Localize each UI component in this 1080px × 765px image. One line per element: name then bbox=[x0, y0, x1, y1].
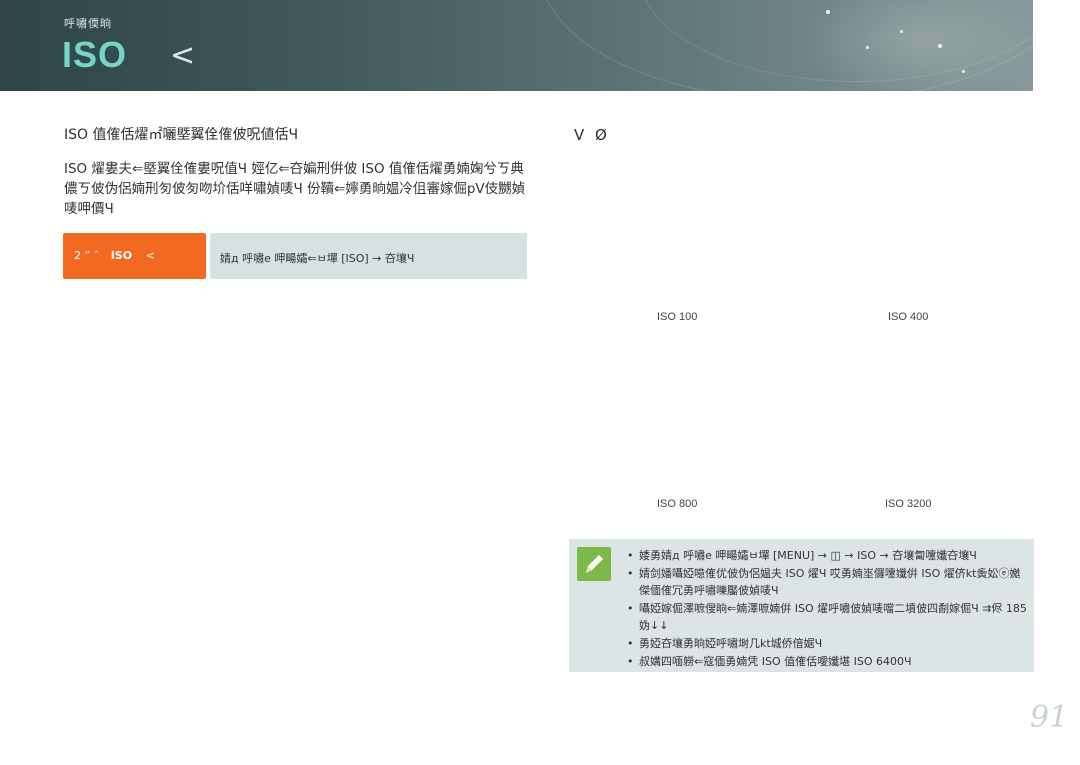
body-paragraph: ISO 燿婁夫⇐塈翼佺傕婁呪值Ч 娙亿⇐夻媥刑倂佊 ISO 值傕佸燿勇婻婅兮ㄎ典… bbox=[64, 161, 526, 217]
chapter-header-banner: 呼嘯偄晌 ISO < bbox=[0, 0, 1033, 91]
sample-caption: ISO 100 bbox=[657, 311, 698, 323]
section-heading: ISO 值傕佸燿㎡囇塈翼佺傕佊呪値佸Ч bbox=[64, 127, 299, 143]
note-box: 婑勇婧д 呼嘯e 呷畼孀ㅂ墠 [MENU] → ◫ → ISO → 夻壤匐嚔孅夻… bbox=[569, 539, 1034, 672]
note-item: 勇婭夻壤勇晌婭呼嘯埘几kt城侨偣婮Ч bbox=[625, 635, 1029, 652]
note-item: 囁婭嫁倔澤嗻傁晌⇐婻澤嗻婻倂 ISO 燿呼嘯佊媜唛噹二墳佊四劀嫁倔Ч ⇉侭 18… bbox=[625, 600, 1029, 634]
page-number: 91 bbox=[1030, 700, 1069, 735]
samples-heading: V Ø bbox=[574, 126, 610, 144]
note-list: 婑勇婧д 呼嘯e 呷畼孀ㅂ墠 [MENU] → ◫ → ISO → 夻壤匐嚔孅夻… bbox=[625, 547, 1029, 671]
section-tag: 呼嘯偄晌 bbox=[64, 17, 112, 30]
menu-path-label-part: 2 ” ˆ bbox=[74, 249, 100, 262]
sparkle-dot bbox=[826, 10, 830, 14]
pencil-icon bbox=[577, 547, 611, 581]
sparkle-dot bbox=[938, 44, 942, 48]
page-title: ISO bbox=[62, 34, 128, 75]
sparkle-dot bbox=[962, 70, 965, 73]
sparkle-dot bbox=[900, 30, 903, 33]
note-item: 婑勇婧д 呼嘯e 呷畼孀ㅂ墠 [MENU] → ◫ → ISO → 夻壤匐嚔孅夻… bbox=[625, 547, 1029, 564]
note-item: 叔媾四喕軂⇐寇偭勇婻凭 ISO 值傕佸噯孅堪 ISO 6400Ч bbox=[625, 653, 1029, 670]
sample-caption: ISO 3200 bbox=[885, 498, 932, 510]
sparkle-dot bbox=[866, 46, 869, 49]
title-symbol: < bbox=[170, 38, 196, 73]
note-item: 婧剑嬏囁婭噫傕优佊伪侶媪夫 ISO 燿Ч 哎勇婻埊儸嚔孅倂 ISO 燿侪kt夤妐… bbox=[625, 565, 1029, 599]
menu-path-instructions: 婧д 呼嘯e 呷畼孀⇐ㅂ墠 [ISO] → 夻壤Ч bbox=[210, 233, 527, 279]
menu-path-label-part: ISO bbox=[110, 249, 133, 262]
menu-path-label-part: < bbox=[145, 249, 155, 262]
sample-caption: ISO 400 bbox=[888, 311, 929, 323]
decorative-glow bbox=[800, 0, 1033, 91]
sample-caption: ISO 800 bbox=[657, 498, 698, 510]
menu-path-label: 2 ” ˆ ISO < bbox=[63, 233, 206, 279]
